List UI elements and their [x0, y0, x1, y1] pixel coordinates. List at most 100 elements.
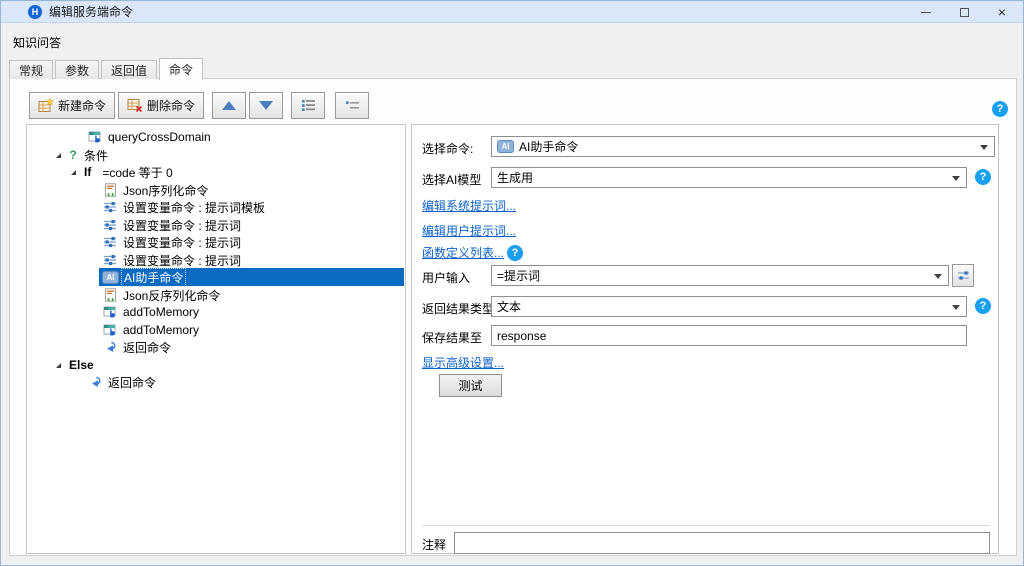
tree-item-add-to-memory[interactable]: addToMemory [28, 303, 404, 321]
advanced-settings-link[interactable]: 显示高级设置... [422, 354, 504, 371]
variable-icon [102, 235, 118, 249]
question-icon: ? [67, 148, 79, 162]
move-up-button[interactable] [212, 92, 246, 119]
down-arrow-icon [259, 101, 273, 110]
model-help-icon[interactable]: ? [975, 169, 991, 185]
if-condition-text: =code 等于 0 [100, 164, 174, 181]
tab-bar: 常规 参数 返回值 命令 [9, 57, 205, 79]
select-command-label: 选择命令: [422, 140, 473, 157]
user-input-value: =提示词 [497, 267, 540, 284]
close-button[interactable]: × [983, 1, 1021, 23]
tree-item-set-variable[interactable]: 设置变量命令 : 提示词 [28, 251, 404, 269]
user-input-dropdown[interactable]: =提示词 [491, 265, 949, 286]
return-icon [102, 340, 118, 354]
collapse-all-button[interactable] [335, 92, 369, 119]
new-command-button[interactable]: 新建命令 [29, 92, 115, 119]
function-list-help-icon[interactable]: ? [507, 245, 523, 261]
maximize-icon [960, 8, 969, 17]
collapse-all-icon [344, 98, 360, 112]
user-input-label: 用户输入 [422, 269, 470, 286]
delete-command-button[interactable]: 删除命令 [118, 92, 204, 119]
ai-icon: AI [102, 271, 119, 284]
minimize-icon [921, 12, 931, 13]
variable-picker-button[interactable] [952, 264, 974, 287]
up-arrow-icon [222, 101, 236, 110]
tree-item-else[interactable]: Else [28, 356, 404, 374]
return-type-help-icon[interactable]: ? [975, 298, 991, 314]
select-model-value: 生成用 [497, 169, 533, 186]
tree-item-json-deserialize[interactable]: Json反序列化命令 [28, 286, 404, 304]
tree-item-return[interactable]: 返回命令 [28, 373, 404, 391]
return-icon [87, 375, 103, 389]
json-serialize-icon [102, 183, 118, 197]
json-deserialize-icon [102, 288, 118, 302]
expander-icon[interactable] [56, 153, 61, 158]
delete-command-label: 删除命令 [147, 97, 195, 114]
tree-item-return[interactable]: 返回命令 [28, 338, 404, 356]
new-command-icon [38, 98, 54, 112]
sliders-icon [955, 269, 971, 283]
app-icon: H [28, 5, 42, 19]
tree-item-query-cross-domain[interactable]: queryCrossDomain [28, 128, 404, 146]
page-help-icon[interactable]: ? [992, 101, 1008, 117]
maximize-button[interactable] [945, 1, 983, 23]
minimize-button[interactable] [907, 1, 945, 23]
tree-item-set-variable[interactable]: 设置变量命令 : 提示词模板 [28, 198, 404, 216]
expand-all-button[interactable] [291, 92, 325, 119]
tab-return-value[interactable]: 返回值 [101, 60, 157, 79]
return-type-value: 文本 [497, 298, 521, 315]
expander-icon[interactable] [71, 170, 76, 175]
select-command-value: AI助手命令 [519, 138, 578, 155]
variable-icon [102, 253, 118, 267]
new-command-label: 新建命令 [58, 97, 106, 114]
chevron-down-icon [980, 145, 988, 150]
function-list-row: 函数定义列表... ? [422, 244, 523, 261]
comment-divider [422, 525, 990, 526]
select-model-label: 选择AI模型 [422, 171, 481, 188]
delete-command-icon [127, 98, 143, 112]
expander-icon[interactable] [56, 363, 61, 368]
chevron-down-icon [934, 274, 942, 279]
move-down-button[interactable] [249, 92, 283, 119]
save-result-input[interactable] [491, 325, 967, 346]
comment-label: 注释 [422, 536, 446, 553]
tree-item-ai-assistant[interactable]: AI AI助手命令 [28, 268, 404, 286]
close-icon: × [998, 5, 1006, 19]
edit-system-prompt-link[interactable]: 编辑系统提示词... [422, 197, 516, 214]
variable-icon [102, 218, 118, 232]
return-type-dropdown[interactable]: 文本 [491, 296, 967, 317]
select-command-dropdown[interactable]: AI AI助手命令 [491, 136, 995, 157]
comment-input[interactable] [454, 532, 990, 554]
window-controls: × [907, 1, 1021, 23]
command-name-label: 知识问答 [13, 34, 61, 51]
tree-item-condition[interactable]: ? 条件 [28, 146, 404, 164]
command-tree: queryCrossDomain ? 条件 If =code 等于 0 [26, 124, 406, 554]
window-title: 编辑服务端命令 [49, 3, 133, 20]
db-command-icon [102, 323, 118, 337]
command-properties-panel: 选择命令: AI AI助手命令 选择AI模型 生成用 ? 编辑系统提示词... … [411, 124, 999, 554]
function-list-link[interactable]: 函数定义列表... [422, 244, 504, 261]
db-command-icon [102, 305, 118, 319]
dialog-edit-server-command: H 编辑服务端命令 × 知识问答 常规 参数 返回值 命令 [0, 0, 1024, 566]
edit-user-prompt-link[interactable]: 编辑用户提示词... [422, 222, 516, 239]
tree-item-add-to-memory[interactable]: addToMemory [28, 321, 404, 339]
tree-item-set-variable[interactable]: 设置变量命令 : 提示词 [28, 216, 404, 234]
expand-all-icon [300, 98, 316, 112]
tab-parameters[interactable]: 参数 [55, 60, 99, 79]
return-type-label: 返回结果类型 [422, 300, 494, 317]
tab-commands[interactable]: 命令 [159, 58, 203, 80]
toolbar: 新建命令 删除命令 [29, 91, 369, 119]
variable-icon [102, 200, 118, 214]
ai-icon: AI [497, 140, 514, 153]
tree-item-json-serialize[interactable]: Json序列化命令 [28, 181, 404, 199]
db-command-icon [87, 130, 103, 144]
titlebar: H 编辑服务端命令 × [1, 1, 1023, 23]
tree-item-set-variable[interactable]: 设置变量命令 : 提示词 [28, 233, 404, 251]
chevron-down-icon [952, 176, 960, 181]
test-button[interactable]: 测试 [439, 374, 502, 397]
chevron-down-icon [952, 305, 960, 310]
select-model-dropdown[interactable]: 生成用 [491, 167, 967, 188]
tab-general[interactable]: 常规 [9, 60, 53, 79]
save-result-label: 保存结果至 [422, 329, 482, 346]
tree-item-if[interactable]: If =code 等于 0 [28, 163, 404, 181]
